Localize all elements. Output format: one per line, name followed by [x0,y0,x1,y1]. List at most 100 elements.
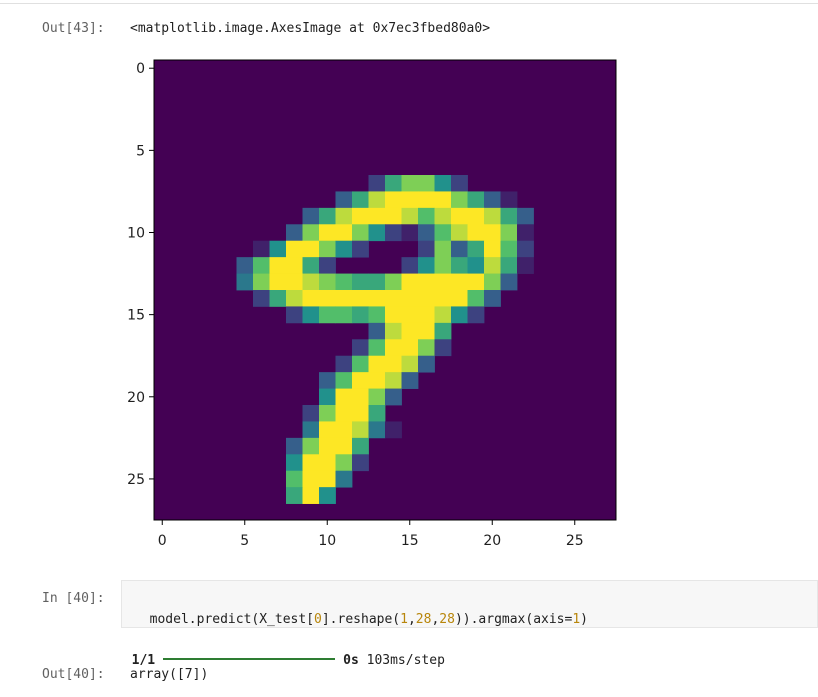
progress-bar [163,658,336,660]
heatmap-cell [319,487,336,504]
heatmap-cell [418,191,435,209]
heatmap-cell [253,257,270,274]
heatmap-cell [368,273,386,291]
heatmap-cell [418,273,435,291]
heatmap-cell [335,355,353,373]
heatmap-cell [302,421,320,439]
heatmap-cell [319,207,336,225]
code-token: )).argmax(axis= [454,612,573,627]
heatmap-cell [368,224,386,242]
heatmap-cell [434,240,452,258]
code-number: 28 [439,612,455,627]
heatmap-cell [500,257,518,274]
heatmap-cell [467,306,485,324]
heatmap-cell [484,273,501,291]
code-token: model.predict(X_test[ [149,612,315,627]
heatmap-cell [368,355,386,373]
heatmap-cell [352,306,369,324]
heatmap-cell [302,454,320,472]
heatmap-cell [286,224,303,242]
heatmap-cell [286,306,303,324]
code-number: 1 [572,612,581,627]
heatmap-cell [484,290,501,307]
heatmap-cell [352,207,369,225]
heatmap-cell [401,355,419,373]
heatmap-cell [286,240,303,258]
heatmap-cell [368,191,386,209]
heatmap-cell [253,240,270,258]
heatmap-cell [368,175,386,192]
code-token: ) [580,612,588,627]
heatmap-cell [352,339,369,357]
heatmap-cell [335,372,353,389]
heatmap-cell [418,339,435,357]
heatmap-cell [319,257,336,274]
heatmap-cell [451,240,468,258]
heatmap-cell [368,290,386,307]
heatmap-cell [385,191,402,209]
heatmap-cell [319,405,336,422]
heatmap-cell [335,290,353,307]
heatmap-cell [500,224,518,242]
heatmap-cell [302,437,320,455]
x-tick-label: 25 [566,533,584,549]
heatmap-cell [434,207,452,225]
x-tick-label: 20 [483,533,501,549]
heatmap-cell [319,388,336,406]
heatmap-cell [500,191,518,209]
heatmap-cell [467,257,485,274]
heatmap-cell [352,290,369,307]
heatmap-cell [352,224,369,242]
heatmap-cell [352,454,369,472]
heatmap-cell [352,273,369,291]
code-line[interactable]: model.predict(X_test[0].reshape(1,28,28)… [134,597,588,627]
heatmap-cell [385,339,402,357]
heatmap-cell [319,240,336,258]
mnist-digit-plot: 0 5 10 15 20 25 0 5 10 15 20 25 [127,59,617,549]
heatmap-cell [319,421,336,439]
heatmap-cell [451,175,468,192]
heatmap-cell [385,207,402,225]
heatmap-cell [500,207,518,225]
heatmap-cell [385,322,402,340]
heatmap-cell [302,224,320,242]
heatmap-cell [418,175,435,192]
heatmap-cell [335,191,353,209]
heatmap-cell [302,240,320,258]
heatmap-cell [385,372,402,389]
heatmap-cell [335,306,353,324]
heatmap-cell [335,388,353,406]
heatmap-cell [319,454,336,472]
heatmap-cell [302,405,320,422]
heatmap-cell [368,207,386,225]
heatmap-cell [253,290,270,307]
heatmap-cell [319,372,336,389]
heatmap-cell [500,273,518,291]
heatmap-cell [319,224,336,242]
heatmap-cell [319,290,336,307]
heatmap-cell [335,224,353,242]
output-text-40: array([7]) [130,667,209,682]
heatmap-cell [385,306,402,324]
heatmap-cell [467,240,485,258]
heatmap-cell [484,191,501,209]
heatmap-cell [434,224,452,242]
heatmap-cell [269,240,287,258]
heatmap-cell [484,207,501,225]
heatmap-cell [385,224,402,242]
progress-count: 1/1 [131,653,156,668]
heatmap-cell [385,273,402,291]
heatmap-cell [368,306,386,324]
heatmap-cell [434,339,452,357]
heatmap-cell [401,207,419,225]
y-tick-label: 20 [127,390,145,406]
heatmap-cell [418,322,435,340]
code-token: , [407,612,416,627]
heatmap-cell [434,273,452,291]
heatmap-cell [335,454,353,472]
heatmap-cell [418,240,435,258]
heatmap-cell [352,437,369,455]
heatmap-cell [484,257,501,274]
heatmap-cell [517,257,534,274]
heatmap-cell [517,240,534,258]
